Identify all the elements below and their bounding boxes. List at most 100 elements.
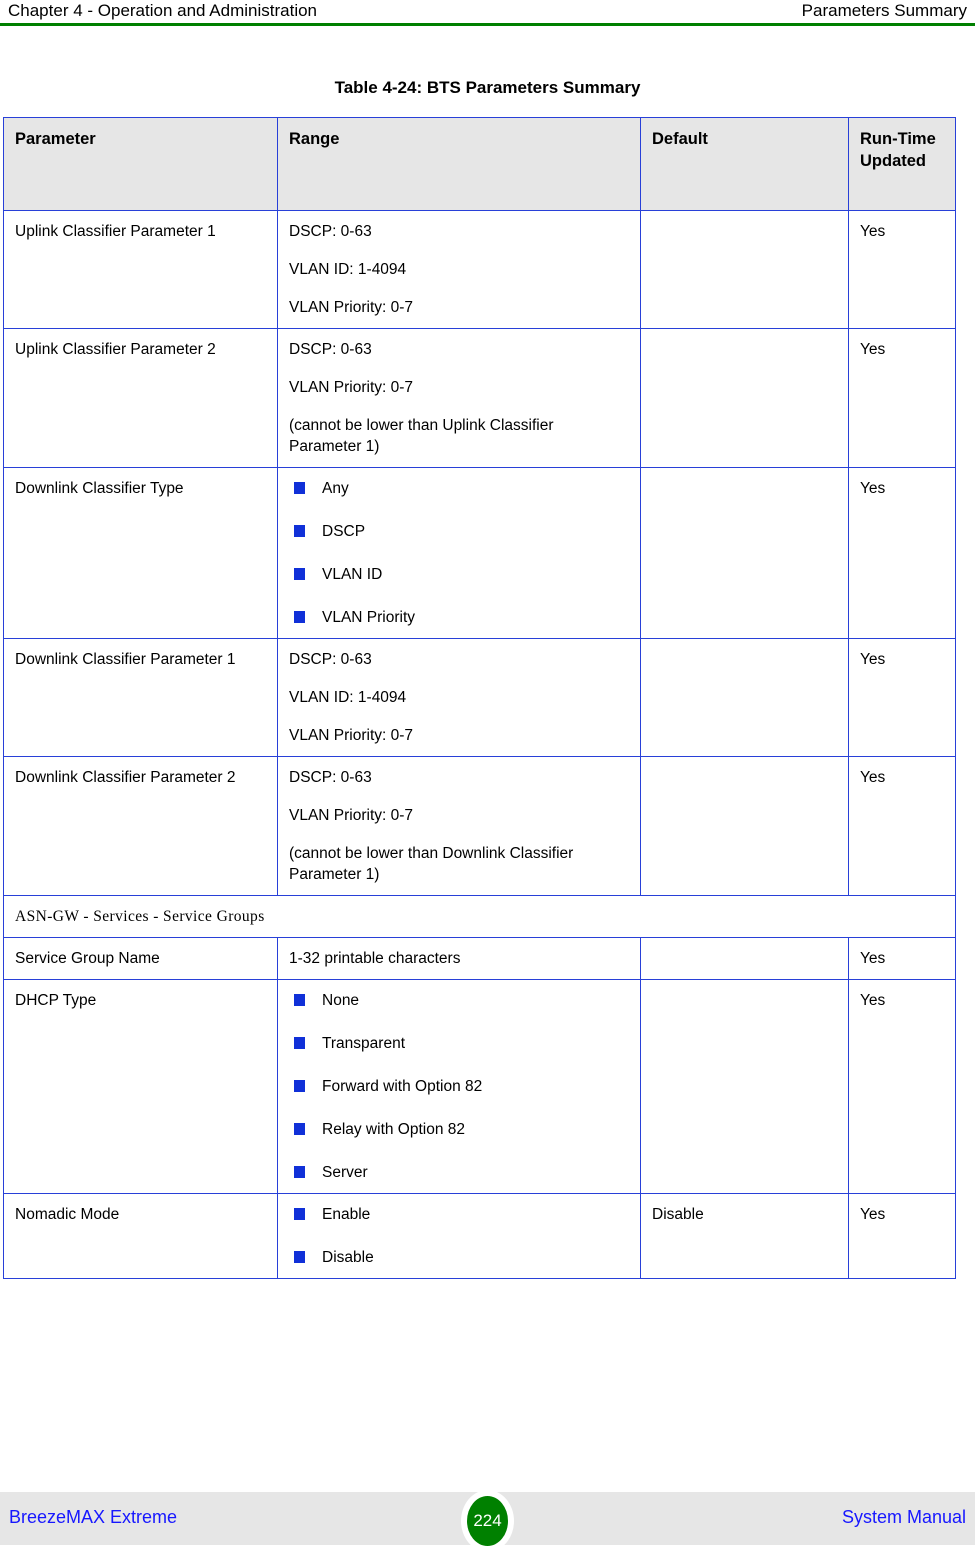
cell-default: [640, 210, 849, 329]
range-line: 1-32 printable characters: [289, 950, 461, 967]
list-item: DSCP: [292, 521, 630, 542]
column-header-range: Range: [277, 117, 641, 211]
list-item: VLAN ID: [292, 564, 630, 585]
range-line: (cannot be lower than Uplink Classifier …: [289, 417, 554, 455]
range-line: (cannot be lower than Downlink Classifie…: [289, 845, 574, 883]
cell-parameter: Nomadic Mode: [3, 1193, 278, 1279]
cell-range: DSCP: 0-63 VLAN Priority: 0-7 (cannot be…: [277, 328, 641, 468]
list-item: Forward with Option 82: [292, 1076, 630, 1097]
table-row: Downlink Classifier Parameter 2 DSCP: 0-…: [3, 756, 956, 896]
cell-default: [640, 638, 849, 757]
cell-range: DSCP: 0-63 VLAN Priority: 0-7 (cannot be…: [277, 756, 641, 896]
range-line: VLAN ID: 1-4094: [289, 689, 407, 706]
list-item-label: Enable: [322, 1206, 371, 1223]
list-item: Disable: [292, 1247, 630, 1268]
cell-run-time-updated: Yes: [848, 210, 956, 329]
list-item-label: Any: [322, 480, 349, 497]
running-header-left: Chapter 4 - Operation and Administration: [8, 1, 318, 20]
table-row: Uplink Classifier Parameter 2 DSCP: 0-63…: [3, 328, 956, 468]
cell-range: 1-32 printable characters: [277, 937, 641, 980]
list-item-label: DSCP: [322, 523, 366, 540]
list-item: Enable: [292, 1204, 630, 1225]
cell-run-time-updated: Yes: [848, 937, 956, 980]
column-header-parameter: Parameter: [3, 117, 278, 211]
list-item-label: Relay with Option 82: [322, 1121, 466, 1138]
list-item-label: Transparent: [322, 1035, 405, 1052]
range-line: VLAN Priority: 0-7: [289, 727, 414, 744]
cell-parameter: Downlink Classifier Parameter 1: [3, 638, 278, 757]
range-line: DSCP: 0-63: [289, 651, 372, 668]
table-row: Downlink Classifier Type Any DSCP VLAN I…: [3, 467, 956, 639]
list-item: Transparent: [292, 1033, 630, 1054]
column-header-run-time-line2: Updated: [860, 152, 926, 170]
header-divider-rule: [0, 23, 975, 26]
cell-parameter: DHCP Type: [3, 979, 278, 1194]
bullet-square-icon: [294, 525, 305, 537]
range-line: DSCP: 0-63: [289, 341, 372, 358]
list-item-label: VLAN ID: [322, 566, 383, 583]
list-item: Any: [292, 478, 630, 499]
cell-range: DSCP: 0-63 VLAN ID: 1-4094 VLAN Priority…: [277, 210, 641, 329]
cell-default: [640, 467, 849, 639]
cell-parameter: Service Group Name: [3, 937, 278, 980]
bullet-square-icon: [294, 611, 305, 623]
cell-run-time-updated: Yes: [848, 1193, 956, 1279]
bullet-square-icon: [294, 1080, 305, 1092]
footer-product-name: BreezeMAX Extreme: [9, 1507, 178, 1527]
cell-default: [640, 328, 849, 468]
cell-default: [640, 979, 849, 1194]
cell-default: Disable: [640, 1193, 849, 1279]
list-item-label: Server: [322, 1164, 368, 1181]
column-header-default: Default: [640, 117, 849, 211]
cell-parameter: Uplink Classifier Parameter 2: [3, 328, 278, 468]
range-bullet-list: Any DSCP VLAN ID VLAN Priority: [289, 478, 630, 628]
cell-run-time-updated: Yes: [848, 756, 956, 896]
cell-default: [640, 756, 849, 896]
range-line: VLAN Priority: 0-7: [289, 299, 414, 316]
section-header-label: ASN-GW - Services - Service Groups: [3, 895, 956, 938]
range-line: DSCP: 0-63: [289, 769, 372, 786]
table-row: Nomadic Mode Enable Disable Disable Yes: [3, 1193, 956, 1279]
running-header-right: Parameters Summary: [801, 1, 967, 20]
list-item: Server: [292, 1162, 630, 1183]
cell-run-time-updated: Yes: [848, 467, 956, 639]
cell-run-time-updated: Yes: [848, 328, 956, 468]
table-row: Service Group Name 1-32 printable charac…: [3, 937, 956, 980]
bullet-square-icon: [294, 994, 305, 1006]
range-bullet-list: Enable Disable: [289, 1204, 630, 1268]
cell-range: Enable Disable: [277, 1193, 641, 1279]
list-item-label: Forward with Option 82: [322, 1078, 483, 1095]
footer-document-name: System Manual: [841, 1507, 966, 1527]
cell-parameter: Downlink Classifier Type: [3, 467, 278, 639]
bullet-square-icon: [294, 1208, 305, 1220]
bullet-square-icon: [294, 482, 305, 494]
cell-run-time-updated: Yes: [848, 638, 956, 757]
list-item-label: None: [322, 992, 360, 1009]
bullet-square-icon: [294, 1166, 305, 1178]
range-bullet-list: None Transparent Forward with Option 82 …: [289, 990, 630, 1183]
bullet-square-icon: [294, 1251, 305, 1263]
page-number-badge: 224: [467, 1496, 508, 1546]
list-item-label: VLAN Priority: [322, 609, 416, 626]
table-header-row: Parameter Range Default Run-Time Updated: [3, 117, 956, 211]
parameters-table-container: Parameter Range Default Run-Time Updated…: [3, 117, 956, 1279]
table-section-row: ASN-GW - Services - Service Groups: [3, 895, 956, 938]
range-line: VLAN ID: 1-4094: [289, 261, 407, 278]
list-item-label: Disable: [322, 1249, 374, 1266]
table-row: DHCP Type None Transparent Forward with …: [3, 979, 956, 1194]
cell-parameter: Uplink Classifier Parameter 1: [3, 210, 278, 329]
cell-parameter: Downlink Classifier Parameter 2: [3, 756, 278, 896]
list-item: VLAN Priority: [292, 607, 630, 628]
range-line: DSCP: 0-63: [289, 223, 372, 240]
bullet-square-icon: [294, 1037, 305, 1049]
bts-parameters-table: Parameter Range Default Run-Time Updated…: [3, 117, 956, 1279]
table-row: Uplink Classifier Parameter 1 DSCP: 0-63…: [3, 210, 956, 329]
table-row: Downlink Classifier Parameter 1 DSCP: 0-…: [3, 638, 956, 757]
cell-range: None Transparent Forward with Option 82 …: [277, 979, 641, 1194]
range-line: VLAN Priority: 0-7: [289, 379, 414, 396]
cell-range: DSCP: 0-63 VLAN ID: 1-4094 VLAN Priority…: [277, 638, 641, 757]
cell-run-time-updated: Yes: [848, 979, 956, 1194]
column-header-run-time-line1: Run-Time: [860, 130, 936, 148]
cell-default: [640, 937, 849, 980]
table-caption: Table 4-24: BTS Parameters Summary: [334, 78, 641, 97]
